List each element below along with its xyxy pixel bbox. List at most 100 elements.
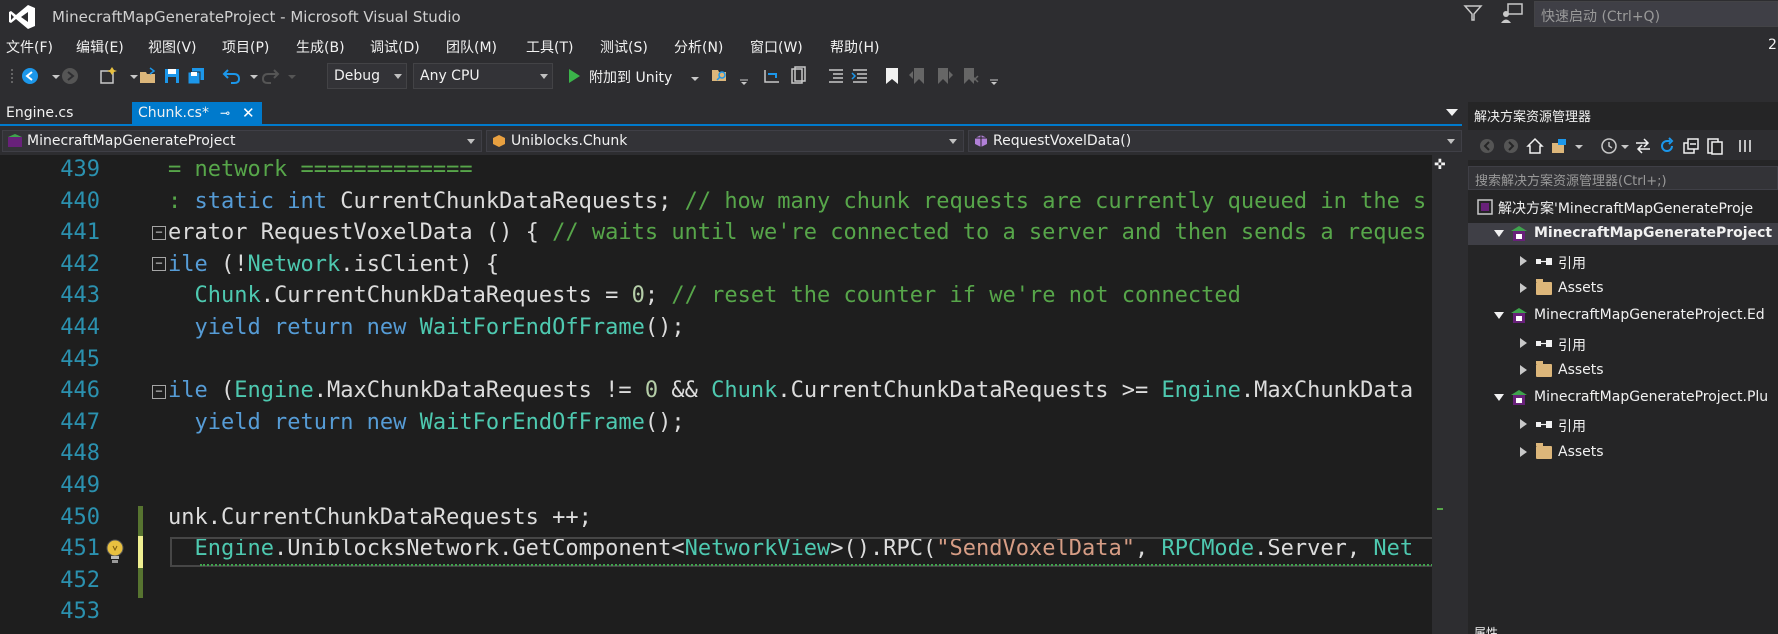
split-window-icon[interactable]: ✜ bbox=[1434, 157, 1446, 173]
forward-icon[interactable] bbox=[60, 66, 80, 86]
dropdown-icon[interactable] bbox=[1570, 137, 1588, 155]
filter-icon[interactable] bbox=[1463, 3, 1483, 23]
editor-scrollbar[interactable] bbox=[1432, 155, 1448, 634]
csharp-project-icon bbox=[8, 134, 22, 147]
redo-dropdown-icon[interactable] bbox=[282, 66, 302, 86]
properties-icon[interactable] bbox=[1736, 137, 1754, 155]
menu-test[interactable]: 测试(S) bbox=[600, 37, 648, 57]
menu-project[interactable]: 项目(P) bbox=[222, 37, 269, 57]
line-number: 445 bbox=[60, 346, 100, 372]
tree-item-project[interactable]: MinecraftMapGenerateProject bbox=[1468, 223, 1778, 246]
menu-view[interactable]: 视图(V) bbox=[148, 37, 197, 57]
code-line[interactable]: yield return new WaitForEndOfFrame(); bbox=[168, 315, 685, 340]
menu-edit[interactable]: 编辑(E) bbox=[76, 37, 124, 57]
platform-select[interactable]: Any CPU bbox=[413, 63, 553, 89]
menu-tools[interactable]: 工具(T) bbox=[526, 37, 573, 57]
line-number: 441 bbox=[60, 220, 100, 246]
code-token: (); bbox=[644, 315, 685, 340]
tab-chunk-cs[interactable]: Chunk.cs* ⊸ ✕ bbox=[132, 102, 262, 126]
collapsed-arrow-icon[interactable] bbox=[1520, 364, 1527, 375]
lightbulb-icon[interactable] bbox=[104, 538, 126, 566]
previous-bookmark-icon[interactable] bbox=[908, 66, 928, 86]
code-line[interactable]: ile (!Network.isClient) { bbox=[168, 252, 499, 277]
find-in-files-icon[interactable] bbox=[710, 66, 730, 86]
menu-file[interactable]: 文件(F) bbox=[6, 37, 53, 57]
menu-debug[interactable]: 调试(D) bbox=[370, 37, 420, 57]
code-line[interactable]: yield return new WaitForEndOfFrame(); bbox=[168, 410, 685, 435]
feedback-icon[interactable] bbox=[1500, 2, 1524, 24]
menu-team[interactable]: 团队(M) bbox=[446, 37, 497, 57]
code-line[interactable]: : static int CurrentChunkDataRequests; /… bbox=[168, 189, 1426, 214]
type-dropdown[interactable]: Uniblocks.Chunk bbox=[486, 130, 964, 152]
expanded-arrow-icon[interactable] bbox=[1494, 312, 1504, 320]
back-icon[interactable] bbox=[1478, 137, 1496, 155]
configuration-select[interactable]: Debug bbox=[327, 63, 407, 89]
user-indicator[interactable]: 2 bbox=[1768, 37, 1777, 53]
save-all-icon[interactable] bbox=[186, 66, 206, 86]
expanded-arrow-icon[interactable] bbox=[1494, 230, 1504, 238]
tree-item-references[interactable]: 引用 bbox=[1468, 251, 1778, 273]
show-all-files-icon[interactable] bbox=[1706, 137, 1724, 155]
redo-icon[interactable] bbox=[260, 66, 280, 86]
expanded-arrow-icon[interactable] bbox=[1494, 394, 1504, 402]
dropdown-icon[interactable] bbox=[1616, 137, 1634, 155]
sync-with-document-icon[interactable] bbox=[1634, 137, 1652, 155]
step-into-icon[interactable] bbox=[762, 66, 782, 86]
uncomment-lines-icon[interactable] bbox=[850, 66, 870, 86]
collapsed-arrow-icon[interactable] bbox=[1520, 255, 1527, 266]
forward-icon[interactable] bbox=[1502, 137, 1520, 155]
member-dropdown[interactable]: RequestVoxelData() bbox=[968, 130, 1462, 152]
menu-help[interactable]: 帮助(H) bbox=[830, 37, 879, 57]
toolbar-overflow-icon[interactable] bbox=[984, 66, 1004, 86]
tree-item-solution[interactable]: 解决方案'MinecraftMapGenerateProje bbox=[1468, 196, 1778, 218]
tree-item-project[interactable]: MinecraftMapGenerateProject.Ed bbox=[1468, 305, 1778, 327]
menu-analyze[interactable]: 分析(N) bbox=[674, 37, 723, 57]
code-token: yield return new bbox=[194, 315, 420, 340]
code-line[interactable]: Chunk.CurrentChunkDataRequests = 0; // r… bbox=[168, 283, 1241, 308]
comment-lines-icon[interactable] bbox=[826, 66, 846, 86]
next-bookmark-icon[interactable] bbox=[934, 66, 954, 86]
start-dropdown-icon[interactable] bbox=[685, 70, 705, 90]
code-line[interactable]: erator RequestVoxelData () { // waits un… bbox=[168, 220, 1426, 245]
start-debugging-button[interactable]: 附加到 Unity bbox=[565, 63, 697, 89]
tree-item-folder[interactable]: Assets bbox=[1468, 278, 1778, 300]
collapsed-arrow-icon[interactable] bbox=[1520, 419, 1527, 430]
tree-item-folder[interactable]: Assets bbox=[1468, 442, 1778, 464]
project-dropdown[interactable]: MinecraftMapGenerateProject bbox=[2, 130, 482, 152]
save-icon[interactable] bbox=[162, 66, 182, 86]
collapsed-arrow-icon[interactable] bbox=[1520, 282, 1527, 293]
toolbar-overflow-icon[interactable] bbox=[734, 66, 754, 86]
code-line[interactable]: = network ============= bbox=[168, 157, 473, 182]
collapse-region-icon[interactable]: − bbox=[152, 385, 166, 399]
home-icon[interactable] bbox=[1526, 137, 1544, 155]
open-file-icon[interactable] bbox=[138, 66, 158, 86]
collapsed-arrow-icon[interactable] bbox=[1520, 446, 1527, 457]
refresh-icon[interactable] bbox=[1658, 137, 1676, 155]
code-line[interactable]: unk.CurrentChunkDataRequests ++; bbox=[168, 505, 592, 530]
close-icon[interactable]: ✕ bbox=[242, 104, 255, 122]
solution-search-input[interactable]: 搜索解决方案资源管理器(Ctrl+;) bbox=[1468, 166, 1778, 190]
tree-item-project[interactable]: MinecraftMapGenerateProject.Plu bbox=[1468, 387, 1778, 409]
collapse-region-icon[interactable]: − bbox=[152, 257, 166, 271]
tab-list-dropdown-icon[interactable] bbox=[1446, 109, 1458, 116]
collapsed-arrow-icon[interactable] bbox=[1520, 337, 1527, 348]
undo-icon[interactable] bbox=[222, 66, 242, 86]
switch-views-icon[interactable] bbox=[1550, 137, 1568, 155]
pin-icon[interactable]: ⊸ bbox=[220, 106, 230, 120]
class-view-icon[interactable] bbox=[788, 66, 808, 86]
quick-launch-input[interactable]: 快速启动 (Ctrl+Q) bbox=[1534, 1, 1778, 27]
tab-engine-cs[interactable]: Engine.cs bbox=[0, 102, 128, 126]
code-line[interactable]: ile (Engine.MaxChunkDataRequests != 0 &&… bbox=[168, 378, 1413, 403]
collapse-region-icon[interactable]: − bbox=[152, 226, 166, 240]
back-icon[interactable] bbox=[20, 66, 40, 86]
references-icon bbox=[1536, 257, 1552, 265]
new-project-icon[interactable] bbox=[98, 66, 118, 86]
menu-build[interactable]: 生成(B) bbox=[296, 37, 345, 57]
menu-window[interactable]: 窗口(W) bbox=[750, 37, 803, 57]
tree-item-references[interactable]: 引用 bbox=[1468, 414, 1778, 436]
clear-bookmarks-icon[interactable] bbox=[960, 66, 980, 86]
tree-item-references[interactable]: 引用 bbox=[1468, 333, 1778, 355]
collapse-all-icon[interactable] bbox=[1682, 137, 1700, 155]
bookmark-icon[interactable] bbox=[882, 66, 902, 86]
tree-item-folder[interactable]: Assets bbox=[1468, 360, 1778, 382]
